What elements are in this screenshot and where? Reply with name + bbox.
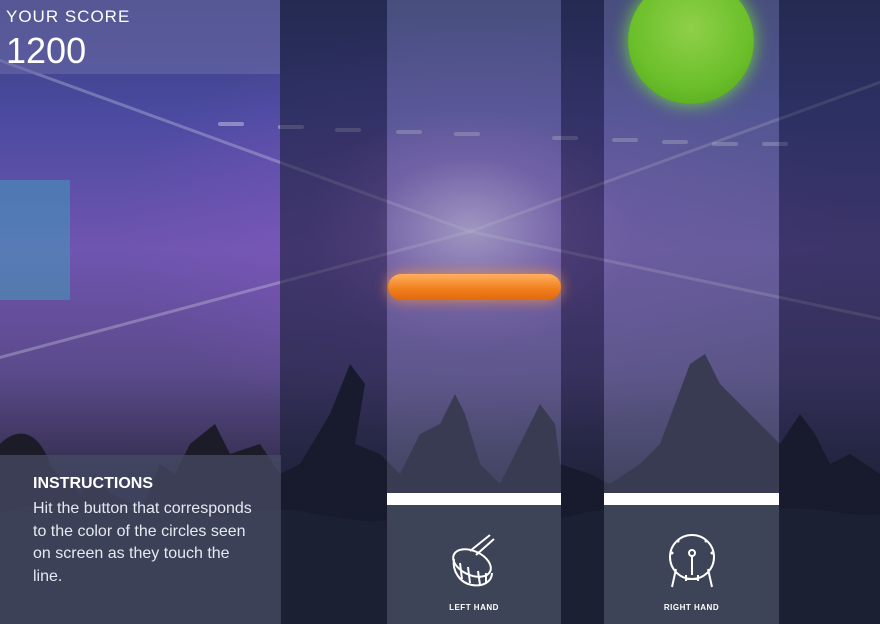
- snare-drum-icon: [450, 533, 498, 594]
- stage-screen: [0, 180, 70, 300]
- left-hit-line: [387, 493, 561, 505]
- lane-divider: [779, 0, 880, 624]
- score-value: 1200: [6, 30, 87, 71]
- score-panel: YOUR SCORE 1200: [0, 0, 280, 74]
- lane-divider: [561, 0, 604, 624]
- lane-divider: [280, 0, 387, 624]
- right-hand-label: RIGHT HAND: [663, 603, 720, 612]
- left-hand-button[interactable]: LEFT HAND: [387, 505, 561, 624]
- stage-light: [218, 122, 244, 126]
- bass-drum-icon: [664, 533, 720, 594]
- left-hand-label: LEFT HAND: [449, 603, 499, 612]
- instructions-text: Hit the button that corresponds to the c…: [33, 500, 252, 585]
- score-label: YOUR SCORE: [6, 7, 131, 26]
- instructions-title: INSTRUCTIONS: [33, 475, 153, 492]
- right-hand-button[interactable]: RIGHT HAND: [604, 505, 779, 624]
- instructions-panel: INSTRUCTIONS Hit the button that corresp…: [0, 455, 281, 624]
- right-hit-line: [604, 493, 779, 505]
- orange-note: [388, 274, 561, 300]
